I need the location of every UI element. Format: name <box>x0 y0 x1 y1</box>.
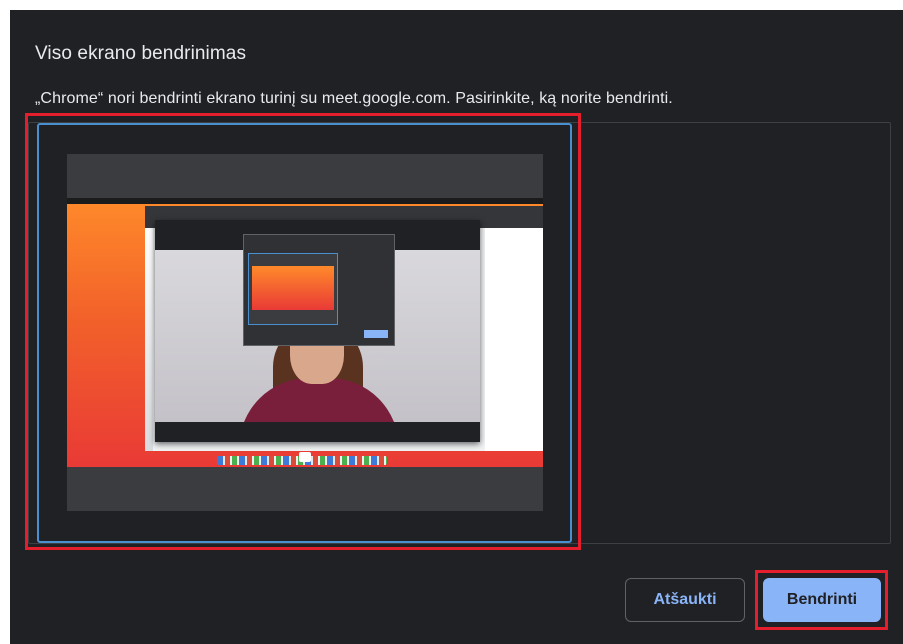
annotation-highlight-tile <box>25 113 581 550</box>
dialog-subtitle: „Chrome“ nori bendrinti ekrano turinį su… <box>35 90 673 107</box>
dialog-title: Viso ekrano bendrinimas <box>35 43 247 64</box>
cancel-button[interactable]: Atšaukti <box>625 578 745 622</box>
screen-share-dialog: Viso ekrano bendrinimas „Chrome“ nori be… <box>10 10 903 644</box>
share-button[interactable]: Bendrinti <box>763 578 881 622</box>
